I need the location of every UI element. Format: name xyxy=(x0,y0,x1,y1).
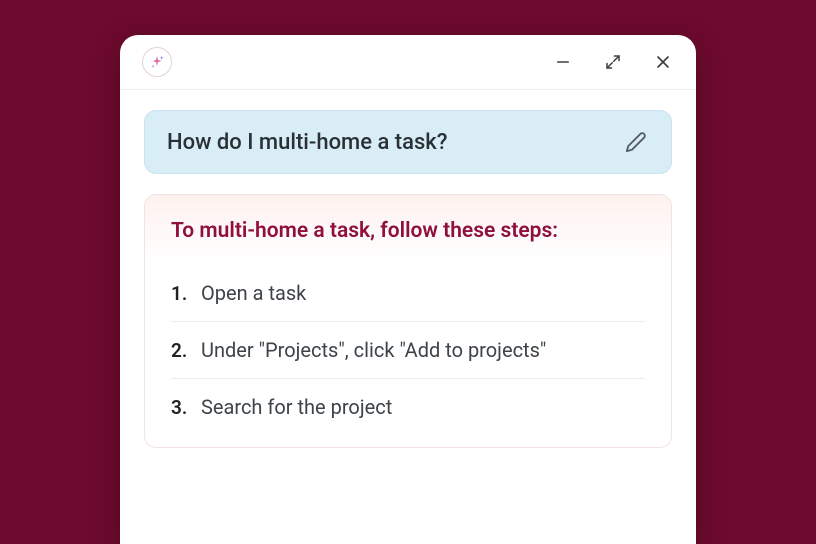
list-item: 3. Search for the project xyxy=(171,379,645,435)
window-controls xyxy=(552,51,674,73)
expand-button[interactable] xyxy=(602,51,624,73)
question-card: How do I multi-home a task? xyxy=(144,110,672,174)
answer-steps: 1. Open a task 2. Under "Projects", clic… xyxy=(145,261,671,447)
close-button[interactable] xyxy=(652,51,674,73)
answer-card: To multi-home a task, follow these steps… xyxy=(144,194,672,448)
answer-title: To multi-home a task, follow these steps… xyxy=(171,219,645,243)
edit-button[interactable] xyxy=(623,129,649,155)
list-item: 2. Under "Projects", click "Add to proje… xyxy=(171,322,645,379)
step-text: Search for the project xyxy=(201,395,392,419)
answer-header: To multi-home a task, follow these steps… xyxy=(145,195,671,261)
list-item: 1. Open a task xyxy=(171,265,645,322)
step-text: Under "Projects", click "Add to projects… xyxy=(201,338,546,362)
step-number: 3. xyxy=(171,396,189,419)
sparkle-icon xyxy=(142,47,172,77)
titlebar xyxy=(120,35,696,90)
step-text: Open a task xyxy=(201,281,306,305)
assistant-window: How do I multi-home a task? To multi-hom… xyxy=(120,35,696,544)
step-number: 1. xyxy=(171,282,189,305)
question-text: How do I multi-home a task? xyxy=(167,130,447,155)
step-number: 2. xyxy=(171,339,189,362)
content-area: How do I multi-home a task? To multi-hom… xyxy=(120,90,696,468)
pencil-icon xyxy=(625,131,647,153)
minimize-button[interactable] xyxy=(552,51,574,73)
